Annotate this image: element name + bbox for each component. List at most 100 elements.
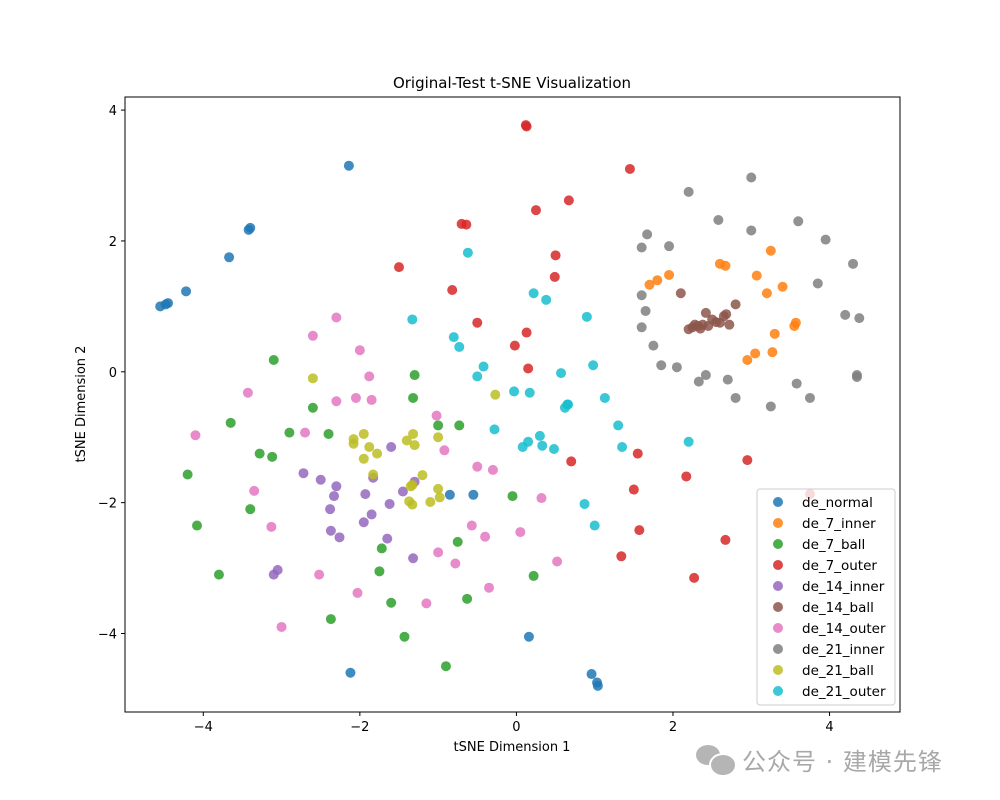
data-point bbox=[528, 570, 539, 581]
data-point bbox=[407, 479, 418, 490]
data-point bbox=[433, 432, 444, 443]
data-point bbox=[366, 394, 377, 405]
data-point bbox=[761, 288, 772, 299]
data-point bbox=[447, 285, 458, 296]
y-tick-label: −2 bbox=[98, 497, 117, 512]
data-point bbox=[466, 520, 477, 531]
data-point bbox=[689, 572, 700, 583]
x-tick-label: 2 bbox=[669, 720, 677, 735]
data-point bbox=[634, 525, 645, 536]
data-point bbox=[854, 313, 865, 324]
data-point bbox=[374, 566, 385, 577]
data-point bbox=[616, 551, 627, 562]
data-point bbox=[190, 430, 201, 441]
data-point bbox=[431, 410, 442, 421]
data-point bbox=[334, 532, 345, 543]
data-point bbox=[681, 471, 692, 482]
data-point bbox=[325, 525, 336, 536]
data-point bbox=[656, 360, 667, 371]
data-point bbox=[468, 489, 479, 500]
data-point bbox=[722, 374, 733, 385]
data-point bbox=[213, 569, 224, 580]
data-point bbox=[664, 241, 675, 252]
legend-marker bbox=[773, 665, 783, 675]
legend-marker bbox=[773, 644, 783, 654]
legend-label: de_7_outer bbox=[802, 558, 877, 574]
legend-marker bbox=[773, 623, 783, 633]
data-point bbox=[790, 317, 801, 328]
data-point bbox=[636, 322, 647, 333]
data-point bbox=[746, 225, 757, 236]
data-point bbox=[425, 496, 436, 507]
data-point bbox=[307, 402, 318, 413]
data-point bbox=[224, 252, 235, 263]
data-point bbox=[840, 309, 851, 320]
data-point bbox=[307, 330, 318, 341]
data-point bbox=[433, 547, 444, 558]
data-point bbox=[730, 392, 741, 403]
x-tick-label: 4 bbox=[825, 720, 833, 735]
data-point bbox=[721, 309, 732, 320]
data-point bbox=[509, 340, 520, 351]
legend-label: de_21_ball bbox=[802, 663, 874, 679]
legend-marker bbox=[773, 497, 783, 507]
data-point bbox=[566, 456, 577, 467]
series-de-14-ball bbox=[675, 288, 741, 335]
data-point bbox=[364, 442, 375, 453]
data-point bbox=[408, 553, 419, 564]
data-point bbox=[586, 669, 597, 680]
data-point bbox=[521, 327, 532, 338]
y-axis-ticks: −4 −2 0 2 4 bbox=[98, 104, 125, 642]
data-point bbox=[329, 491, 340, 502]
data-point bbox=[399, 631, 410, 642]
data-point bbox=[642, 229, 653, 240]
series-de-14-inner bbox=[268, 442, 420, 580]
data-point bbox=[742, 455, 753, 466]
data-point bbox=[245, 222, 256, 233]
data-point bbox=[523, 363, 534, 374]
data-point bbox=[472, 317, 483, 328]
data-point bbox=[462, 247, 473, 258]
legend-marker bbox=[773, 581, 783, 591]
data-point bbox=[724, 319, 735, 330]
data-point bbox=[433, 483, 444, 494]
data-point bbox=[439, 445, 450, 456]
data-point bbox=[484, 582, 495, 593]
y-tick-label: −4 bbox=[98, 627, 117, 642]
legend: de_normal de_7_inner de_7_ball de_7_outerde… bbox=[756, 488, 896, 706]
legend-marker bbox=[773, 539, 783, 549]
y-tick-label: 2 bbox=[109, 235, 117, 250]
data-point bbox=[409, 440, 420, 451]
data-point bbox=[393, 262, 404, 273]
x-axis-label: tSNE Dimension 1 bbox=[454, 740, 571, 755]
data-point bbox=[407, 499, 418, 510]
data-point bbox=[408, 428, 419, 439]
data-point bbox=[480, 531, 491, 542]
data-point bbox=[589, 520, 600, 531]
data-point bbox=[254, 448, 265, 459]
data-point bbox=[537, 440, 548, 451]
series-de-21-inner bbox=[636, 172, 865, 412]
data-point bbox=[628, 484, 639, 495]
data-point bbox=[793, 216, 804, 227]
data-point bbox=[671, 362, 682, 373]
data-point bbox=[350, 392, 361, 403]
data-point bbox=[675, 288, 686, 299]
data-point bbox=[489, 424, 500, 435]
data-point bbox=[746, 172, 757, 183]
data-point bbox=[695, 323, 706, 334]
data-point bbox=[472, 371, 483, 382]
data-point bbox=[523, 631, 534, 642]
data-point bbox=[352, 587, 363, 598]
data-point bbox=[742, 355, 753, 366]
data-point bbox=[528, 288, 539, 299]
data-point bbox=[343, 160, 354, 171]
data-point bbox=[613, 420, 624, 431]
data-point bbox=[563, 399, 574, 410]
data-point bbox=[364, 371, 375, 382]
watermark-text: 公众号 · 建模先锋 bbox=[742, 748, 943, 776]
data-point bbox=[536, 493, 547, 504]
data-point bbox=[181, 286, 192, 297]
data-point bbox=[225, 417, 236, 428]
data-point bbox=[192, 520, 203, 531]
